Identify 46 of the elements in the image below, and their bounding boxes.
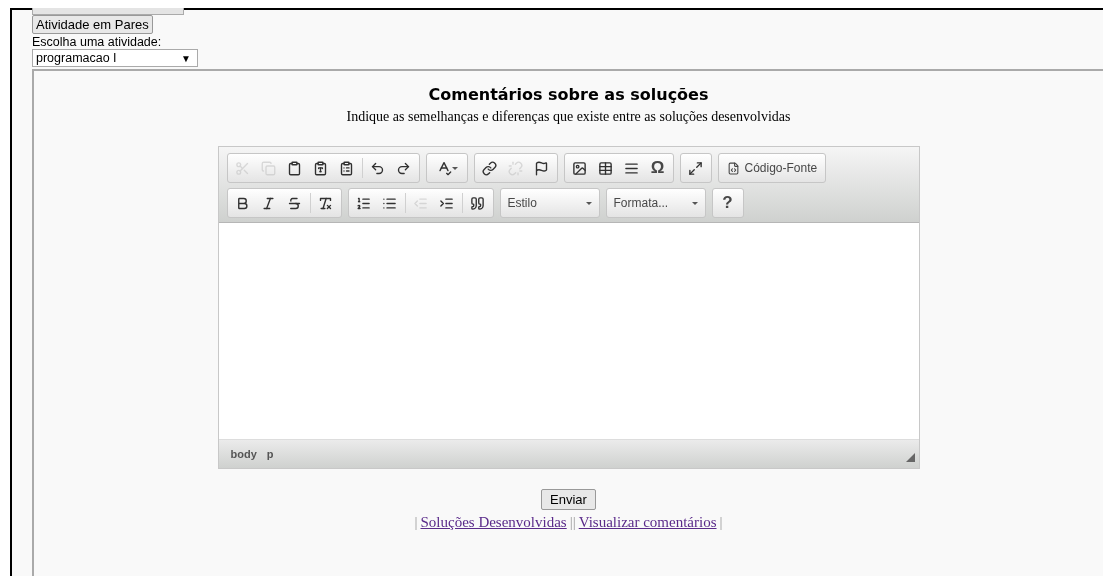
section-title: Comentários sobre as soluções xyxy=(428,85,709,104)
solutions-link[interactable]: Soluções Desenvolvidas xyxy=(420,514,567,531)
caret-icon xyxy=(585,201,592,205)
source-code-button[interactable]: Código-Fonte xyxy=(720,157,824,179)
redo-icon xyxy=(396,160,411,176)
undo-icon xyxy=(370,160,385,176)
link-separator: || xyxy=(569,514,576,531)
unlink-icon xyxy=(508,160,523,176)
quote-icon xyxy=(470,195,485,211)
horizontal-lines-icon xyxy=(624,160,639,176)
toolbar-button[interactable]: Ω xyxy=(644,157,671,179)
caret-icon xyxy=(691,201,698,205)
remove-format-icon xyxy=(318,195,333,211)
format-dropdown[interactable]: Formata... xyxy=(608,192,703,214)
italic-icon xyxy=(261,195,276,211)
comments-link[interactable]: Visualizar comentários xyxy=(578,514,717,531)
outdent-icon xyxy=(413,195,428,211)
activity-select[interactable]: programacao I ▼ xyxy=(32,49,198,67)
select-label: Escolha uma atividade: xyxy=(32,35,163,49)
path-item[interactable]: p xyxy=(266,448,274,460)
submit-button[interactable]: Enviar xyxy=(541,489,596,510)
maximize-icon xyxy=(688,160,703,176)
indent-icon xyxy=(439,195,454,211)
copy-icon xyxy=(261,160,276,176)
clipboard-list-icon xyxy=(339,160,354,176)
table-icon xyxy=(598,160,613,176)
strikethrough-icon xyxy=(287,195,302,211)
section-subtitle: Indique as semelhanças e diferenças que existe entre as soluções desenvolvidas xyxy=(346,109,791,125)
scissors-icon xyxy=(235,160,250,176)
link-icon xyxy=(482,160,497,176)
clipboard-icon xyxy=(287,160,302,176)
bullet-list-icon xyxy=(382,195,397,211)
link-separator: | xyxy=(414,514,418,531)
activity-button[interactable]: Atividade em Pares xyxy=(32,15,153,34)
numbered-list-icon xyxy=(356,195,371,211)
toolbar-button[interactable]: ? xyxy=(714,192,741,214)
clipboard-text-icon xyxy=(313,160,328,176)
caret-icon xyxy=(451,166,458,170)
format-dropdown[interactable]: Estilo xyxy=(502,192,597,214)
path-item[interactable]: body xyxy=(230,448,257,460)
file-code-icon xyxy=(726,161,740,175)
link-separator: | xyxy=(719,514,723,531)
image-icon xyxy=(572,160,587,176)
resize-grip-icon[interactable] xyxy=(905,453,915,462)
bold-icon xyxy=(235,195,250,211)
flag-icon xyxy=(534,160,549,176)
